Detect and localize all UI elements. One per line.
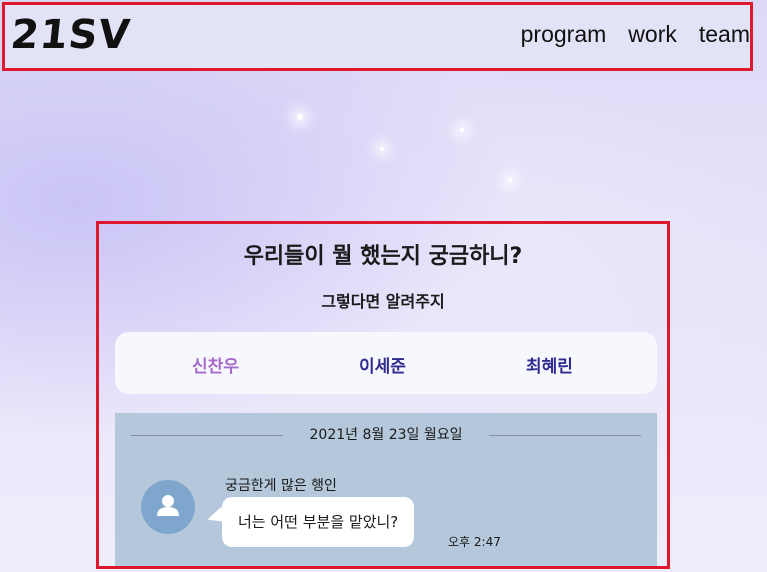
site-logo[interactable]: 21SV — [8, 10, 133, 60]
work-panel: 우리들이 뭘 했는지 궁금하니? 그렇다면 알려주지 신찬우 이세준 최혜린 2… — [96, 221, 670, 569]
sparkle-decoration — [508, 178, 512, 182]
message-time: 오후 2:47 — [448, 535, 501, 549]
sparkle-decoration — [297, 114, 303, 120]
tab-member-1[interactable]: 신찬우 — [192, 352, 239, 377]
sparkle-decoration — [460, 128, 464, 132]
page-subtitle: 그렇다면 알려주지 — [321, 292, 445, 311]
nav-item-work[interactable]: work — [628, 21, 677, 48]
chat-date: 2021년 8월 23일 월요일 — [309, 427, 463, 443]
tab-member-2[interactable]: 이세준 — [359, 352, 406, 377]
site-header: 21SV program work team — [2, 2, 753, 71]
avatar — [141, 480, 195, 534]
sparkle-decoration — [380, 147, 384, 151]
nav-item-team[interactable]: team — [699, 21, 750, 48]
tab-member-3[interactable]: 최혜린 — [526, 352, 573, 377]
main-nav: program work team — [521, 21, 750, 48]
user-silhouette-icon — [157, 495, 179, 516]
nav-item-program[interactable]: program — [521, 21, 607, 48]
chat-window[interactable]: 2021년 8월 23일 월요일 궁금한게 많은 행인 너는 어떤 부분을 맡았… — [115, 413, 657, 566]
member-tabs: 신찬우 이세준 최혜린 — [115, 332, 657, 394]
message-bubble: 너는 어떤 부분을 맡았니? — [222, 497, 415, 547]
page-title: 우리들이 뭘 했는지 궁금하니? — [243, 244, 523, 269]
date-divider-right — [489, 435, 641, 436]
message-sender: 궁금한게 많은 행인 — [225, 478, 337, 494]
